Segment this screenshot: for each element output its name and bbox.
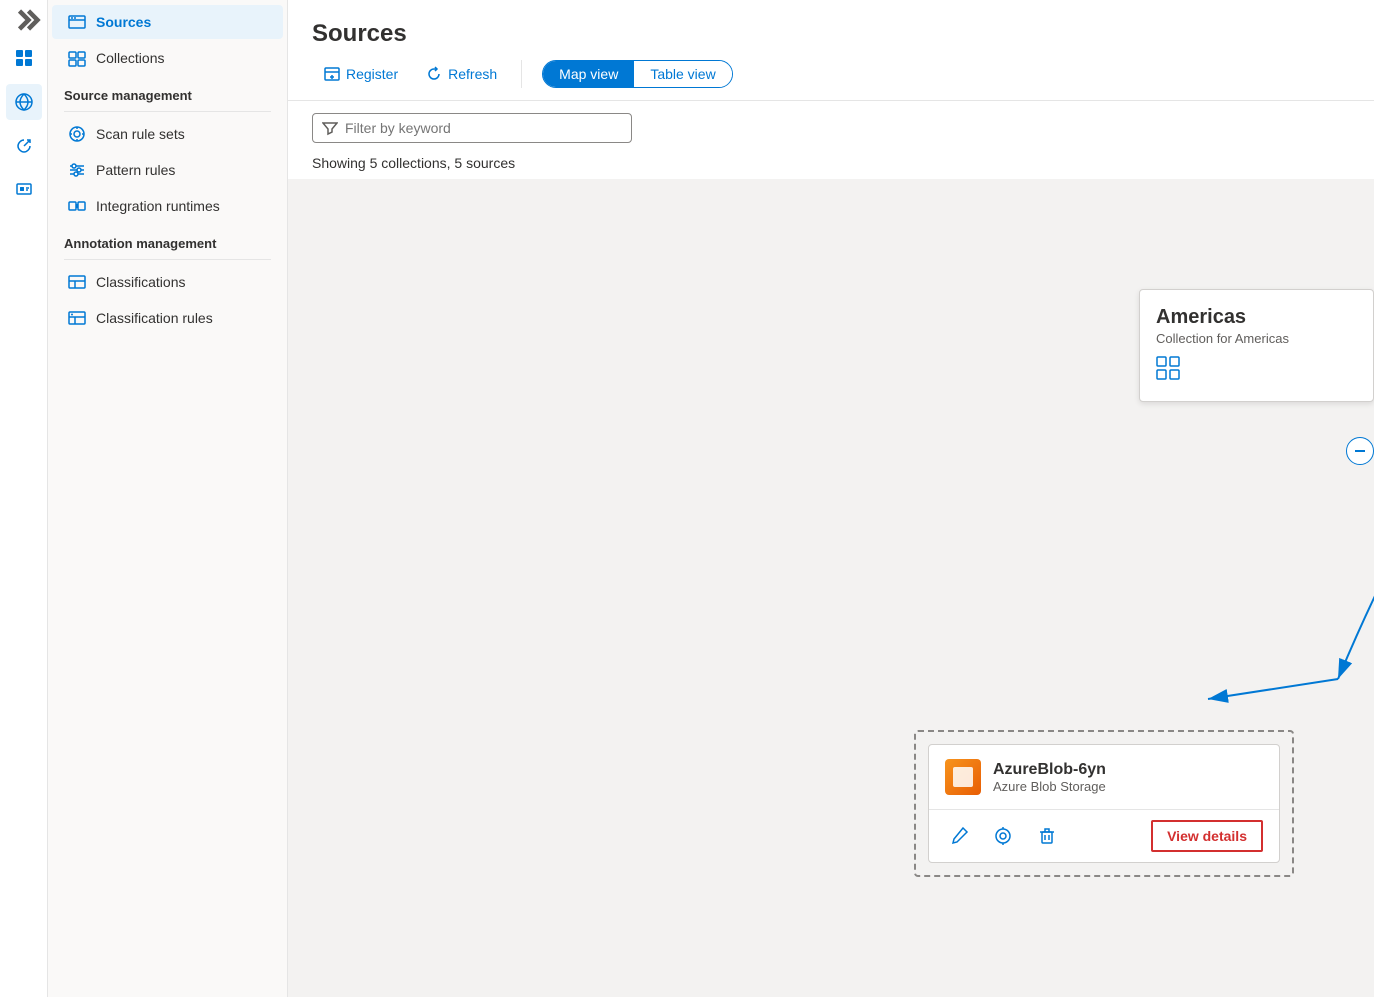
americas-card-grid-icon[interactable]	[1156, 356, 1357, 385]
americas-card[interactable]: Americas Collection for Americas	[1139, 289, 1374, 402]
filter-icon	[322, 120, 338, 136]
blob-card-type: Azure Blob Storage	[993, 779, 1106, 794]
sidebar-item-classification-rules[interactable]: Classification rules	[52, 301, 283, 335]
icon-rail	[0, 0, 48, 997]
americas-card-title: Americas	[1156, 306, 1357, 329]
blob-card-container: AzureBlob-6yn Azure Blob Storage	[914, 730, 1294, 877]
refresh-button[interactable]: Refresh	[414, 60, 509, 88]
blob-icon-inner	[953, 767, 973, 787]
edit-icon[interactable]	[945, 822, 973, 850]
blob-card-info: AzureBlob-6yn Azure Blob Storage	[993, 761, 1106, 794]
blob-storage-icon	[945, 759, 981, 795]
view-toggle: Map view Table view	[542, 60, 733, 88]
blob-card-actions: View details	[929, 810, 1279, 862]
annotation-management-header: Annotation management	[48, 224, 287, 255]
sidebar-item-pattern-rules[interactable]: Pattern rules	[52, 153, 283, 187]
filter-area	[288, 101, 1374, 151]
sidebar-item-classifications[interactable]: Classifications	[52, 265, 283, 299]
page-title: Sources	[312, 20, 1350, 48]
divider-1	[64, 111, 271, 112]
blob-card-name: AzureBlob-6yn	[993, 761, 1106, 779]
filter-input-wrap	[312, 113, 632, 143]
table-view-button[interactable]: Table view	[634, 61, 731, 87]
pattern-rules-label: Pattern rules	[96, 162, 175, 178]
map-area[interactable]: Americas Collection for Americas	[288, 179, 1374, 997]
collapse-button[interactable]	[1346, 437, 1374, 465]
refresh-label: Refresh	[448, 66, 497, 82]
delete-icon[interactable]	[1033, 822, 1061, 850]
sidebar-item-integration-runtimes[interactable]: Integration runtimes	[52, 189, 283, 223]
map-view-button[interactable]: Map view	[543, 61, 634, 87]
blob-dashed-border: AzureBlob-6yn Azure Blob Storage	[914, 730, 1294, 877]
integration-runtimes-label: Integration runtimes	[96, 198, 220, 214]
management-nav-icon[interactable]	[6, 172, 42, 208]
toolbar: Register Refresh Map view Table view	[312, 60, 1350, 88]
classification-rules-label: Classification rules	[96, 310, 213, 326]
catalog-nav-icon[interactable]	[6, 40, 42, 76]
data-map-nav-icon[interactable]	[6, 84, 42, 120]
scan-icon[interactable]	[989, 822, 1017, 850]
main-content: Sources Register Refresh Ma	[288, 0, 1374, 997]
sidebar-item-sources[interactable]: Sources	[52, 5, 283, 39]
register-button[interactable]: Register	[312, 60, 410, 88]
divider-2	[64, 259, 271, 260]
americas-card-subtitle: Collection for Americas	[1156, 331, 1357, 346]
expand-rail-button[interactable]	[6, 8, 42, 32]
sources-label: Sources	[96, 14, 151, 30]
showing-text: Showing 5 collections, 5 sources	[288, 151, 1374, 179]
classifications-label: Classifications	[96, 274, 185, 290]
sidebar-item-collections[interactable]: Collections	[52, 41, 283, 75]
view-details-button[interactable]: View details	[1151, 820, 1263, 852]
azure-blob-card[interactable]: AzureBlob-6yn Azure Blob Storage	[928, 744, 1280, 863]
sidebar-item-scan-rule-sets[interactable]: Scan rule sets	[52, 117, 283, 151]
sidebar: Sources Collections Source management Sc…	[48, 0, 288, 997]
source-management-header: Source management	[48, 76, 287, 107]
scan-rule-sets-label: Scan rule sets	[96, 126, 185, 142]
toolbar-divider	[521, 60, 522, 88]
main-header: Sources Register Refresh Ma	[288, 0, 1374, 101]
filter-input[interactable]	[312, 113, 632, 143]
blob-card-top: AzureBlob-6yn Azure Blob Storage	[929, 745, 1279, 809]
insights-nav-icon[interactable]	[6, 128, 42, 164]
collections-label: Collections	[96, 50, 164, 66]
register-label: Register	[346, 66, 398, 82]
